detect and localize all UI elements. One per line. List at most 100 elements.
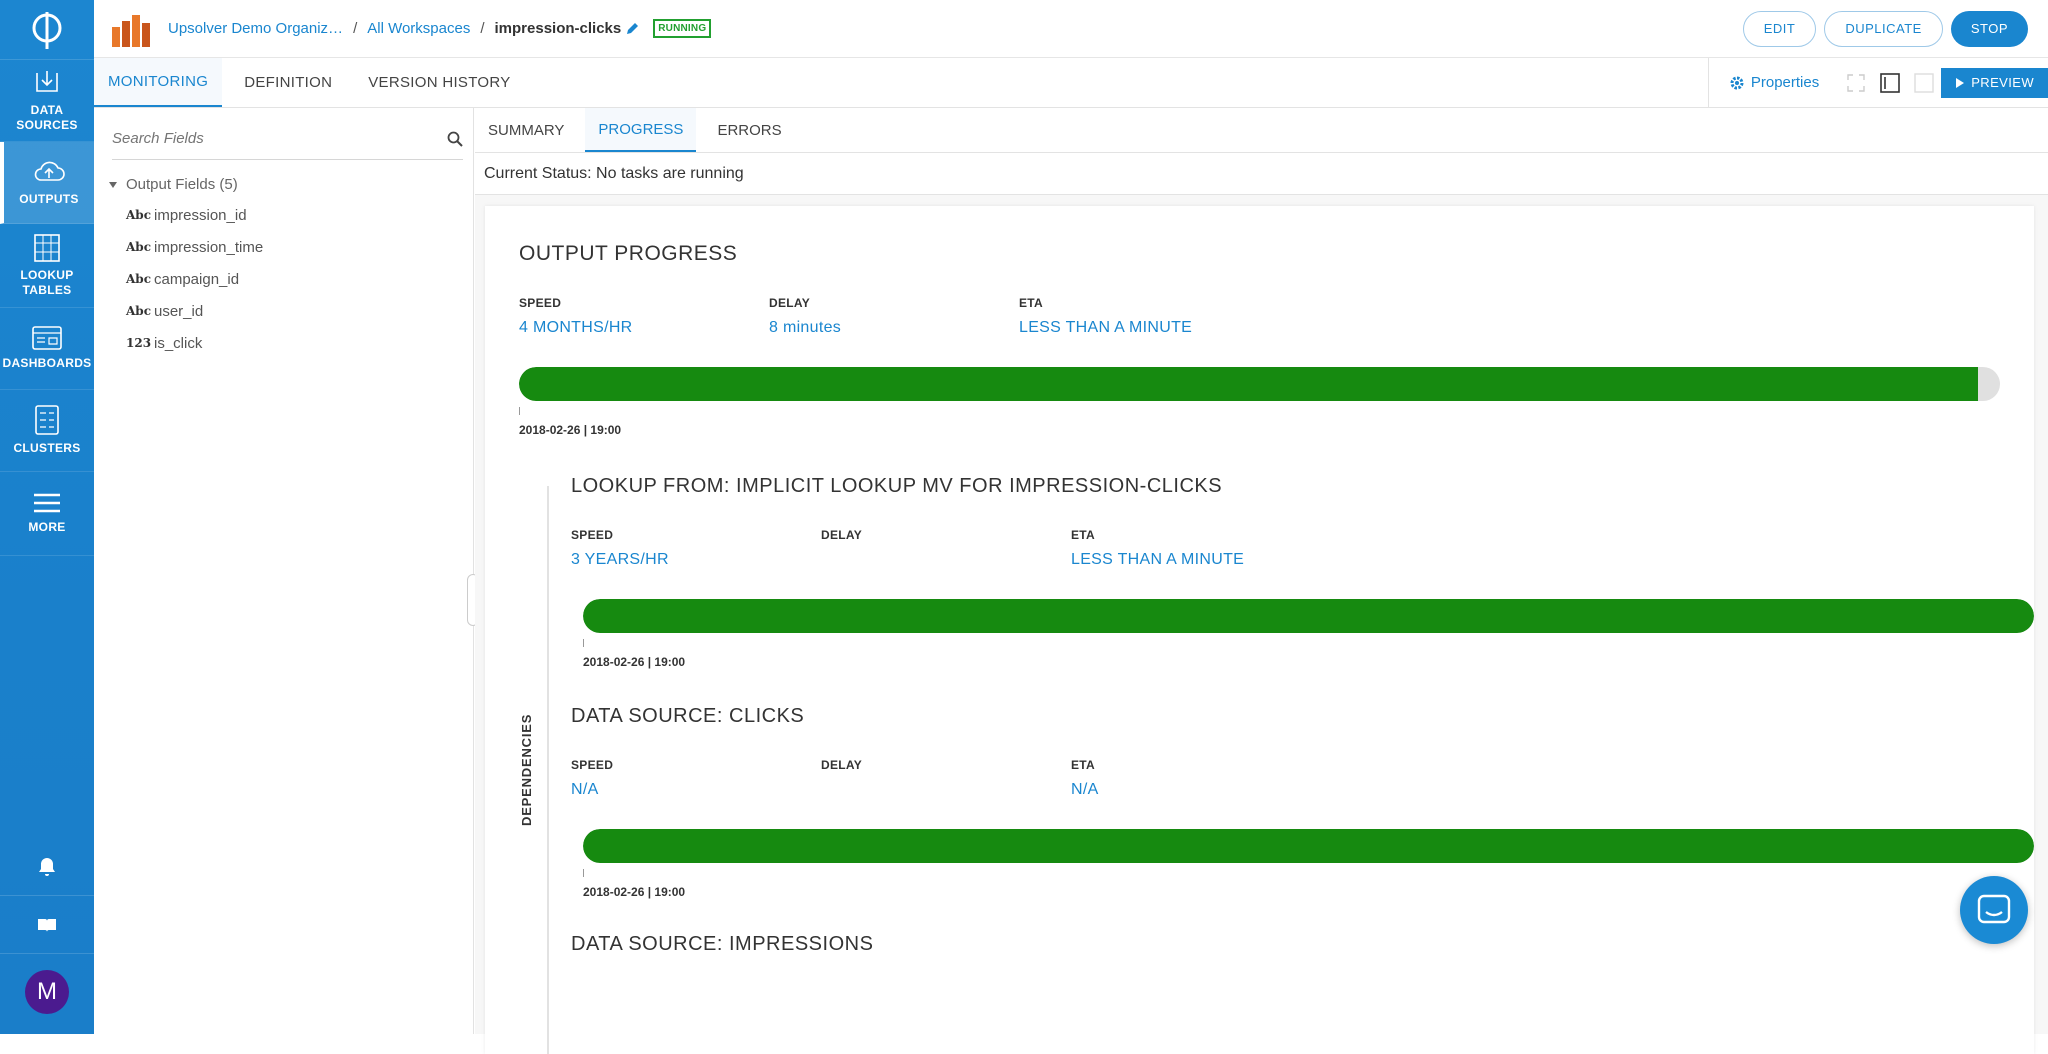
- delay-value: 8 minutes: [769, 319, 1019, 337]
- tab-monitoring[interactable]: MONITORING: [94, 58, 222, 107]
- metric-label: ETA: [1071, 758, 1321, 772]
- field-item[interactable]: Abcuser_id: [126, 295, 473, 327]
- speed-value: N/A: [571, 781, 821, 799]
- nav-lookup-tables[interactable]: LOOKUP TABLES: [0, 224, 94, 308]
- play-icon: [1955, 77, 1965, 89]
- progress-timestamp: 2018-02-26 | 19:00: [583, 885, 2034, 899]
- nav-label: CLUSTERS: [13, 441, 80, 456]
- fields-panel: Output Fields (5) Abcimpression_id Abcim…: [94, 108, 474, 1034]
- nav-data-sources[interactable]: DATA SOURCES: [0, 60, 94, 142]
- search-icon[interactable]: [447, 131, 463, 147]
- field-item[interactable]: 123is_click: [126, 327, 473, 359]
- status-badge: RUNNING: [653, 19, 711, 38]
- split-view-button[interactable]: [1873, 58, 1907, 107]
- eta-value: LESS THAN A MINUTE: [1071, 551, 1321, 569]
- dependency-progress-bar: [583, 599, 2034, 633]
- gear-icon: [1729, 75, 1745, 91]
- field-type: Abc: [126, 240, 154, 254]
- data-sources-icon: [33, 69, 61, 97]
- split-view-icon: [1880, 73, 1900, 93]
- field-name: user_id: [154, 303, 203, 320]
- chat-button[interactable]: [1960, 876, 2028, 944]
- output-progress-title: OUTPUT PROGRESS: [519, 242, 2000, 266]
- output-type-icon: [110, 9, 152, 49]
- properties-button[interactable]: Properties: [1708, 58, 1839, 107]
- breadcrumb-workspaces[interactable]: All Workspaces: [367, 20, 470, 37]
- breadcrumb: Upsolver Demo Organiz… / All Workspaces …: [168, 19, 711, 38]
- progress-fill: [583, 599, 2034, 633]
- main-content: SUMMARY PROGRESS ERRORS Current Status: …: [475, 108, 2048, 1034]
- panel-view-button[interactable]: [1907, 58, 1941, 107]
- tab-progress[interactable]: PROGRESS: [585, 108, 696, 152]
- avatar[interactable]: M: [25, 970, 69, 1014]
- nav-more[interactable]: MORE: [0, 472, 94, 556]
- dependency-progress-bar: [583, 829, 2034, 863]
- top-bar: Upsolver Demo Organiz… / All Workspaces …: [94, 0, 2048, 58]
- breadcrumb-current: impression-clicks: [495, 20, 622, 37]
- nav-dashboards[interactable]: DASHBOARDS: [0, 308, 94, 390]
- speed-value: 3 YEARS/HR: [571, 551, 821, 569]
- dependency-item: DATA SOURCE: CLICKS SPEEDN/A DELAY ETAN/…: [571, 705, 2034, 899]
- nav-label: SOURCES: [16, 118, 77, 133]
- nav-label: OUTPUTS: [19, 192, 78, 207]
- cluster-icon: [35, 405, 59, 435]
- eta-value: LESS THAN A MINUTE: [1019, 319, 1269, 337]
- field-type: Abc: [126, 272, 154, 286]
- cloud-upload-icon: [32, 158, 66, 186]
- progress-fill: [519, 367, 1978, 401]
- chat-icon: [1977, 894, 2011, 926]
- hamburger-icon: [33, 492, 61, 514]
- field-type: 123: [126, 336, 154, 350]
- field-item[interactable]: Abccampaign_id: [126, 263, 473, 295]
- output-fields-group[interactable]: Output Fields (5): [108, 176, 473, 193]
- expand-view-button[interactable]: [1839, 58, 1873, 107]
- output-fields-label: Output Fields (5): [126, 176, 238, 193]
- dependencies-label: DEPENDENCIES: [519, 714, 534, 826]
- edit-button[interactable]: EDIT: [1743, 11, 1817, 47]
- table-icon: [34, 234, 60, 262]
- pencil-icon[interactable]: [625, 22, 639, 36]
- notifications-button[interactable]: [0, 838, 94, 896]
- nav-label: DATA: [31, 103, 64, 118]
- field-item[interactable]: Abcimpression_id: [126, 199, 473, 231]
- progress-timestamp: 2018-02-26 | 19:00: [519, 423, 2000, 437]
- current-status: Current Status: No tasks are running: [475, 153, 2048, 195]
- tabbar-tools: Properties PREVIEW: [1708, 58, 2048, 107]
- docs-button[interactable]: [0, 896, 94, 954]
- book-icon: [37, 917, 57, 933]
- tab-version-history[interactable]: VERSION HISTORY: [354, 58, 524, 107]
- progress-timestamp: 2018-02-26 | 19:00: [583, 655, 2034, 669]
- upsolver-logo[interactable]: [0, 0, 94, 60]
- search-fields-input[interactable]: [112, 130, 447, 147]
- nav-bottom: M: [0, 838, 94, 1034]
- field-name: impression_time: [154, 239, 263, 256]
- eta-value: N/A: [1071, 781, 1321, 799]
- nav-clusters[interactable]: CLUSTERS: [0, 390, 94, 472]
- caret-down-icon: [108, 181, 118, 189]
- duplicate-button[interactable]: DUPLICATE: [1824, 11, 1943, 47]
- left-nav: DATA SOURCES OUTPUTS LOOKUP TABLES DASHB…: [0, 0, 94, 1034]
- metric-label: SPEED: [571, 528, 821, 542]
- metric-label: SPEED: [519, 296, 769, 310]
- tab-errors[interactable]: ERRORS: [704, 108, 794, 152]
- progress-fill: [583, 829, 2034, 863]
- field-name: impression_id: [154, 207, 247, 224]
- preview-button[interactable]: PREVIEW: [1941, 68, 2048, 98]
- field-name: is_click: [154, 335, 202, 352]
- sub-tabs: SUMMARY PROGRESS ERRORS: [475, 108, 2048, 153]
- field-item[interactable]: Abcimpression_time: [126, 231, 473, 263]
- metric-label: ETA: [1019, 296, 1269, 310]
- output-progress-bar: [519, 367, 2000, 401]
- search-box: [112, 118, 463, 160]
- breadcrumb-org[interactable]: Upsolver Demo Organiz…: [168, 20, 343, 37]
- metric-label: DELAY: [821, 528, 1071, 542]
- metric-label: DELAY: [821, 758, 1071, 772]
- nav-outputs[interactable]: OUTPUTS: [0, 142, 94, 224]
- tab-summary[interactable]: SUMMARY: [475, 108, 577, 152]
- speed-value: 4 MONTHS/HR: [519, 319, 769, 337]
- preview-label: PREVIEW: [1971, 75, 2034, 90]
- stop-button[interactable]: STOP: [1951, 11, 2028, 47]
- tab-definition[interactable]: DEFINITION: [230, 58, 346, 107]
- progress-card: OUTPUT PROGRESS SPEED 4 MONTHS/HR DELAY 8 …: [485, 206, 2034, 1054]
- dependencies-rail: DEPENDENCIES: [519, 486, 549, 1054]
